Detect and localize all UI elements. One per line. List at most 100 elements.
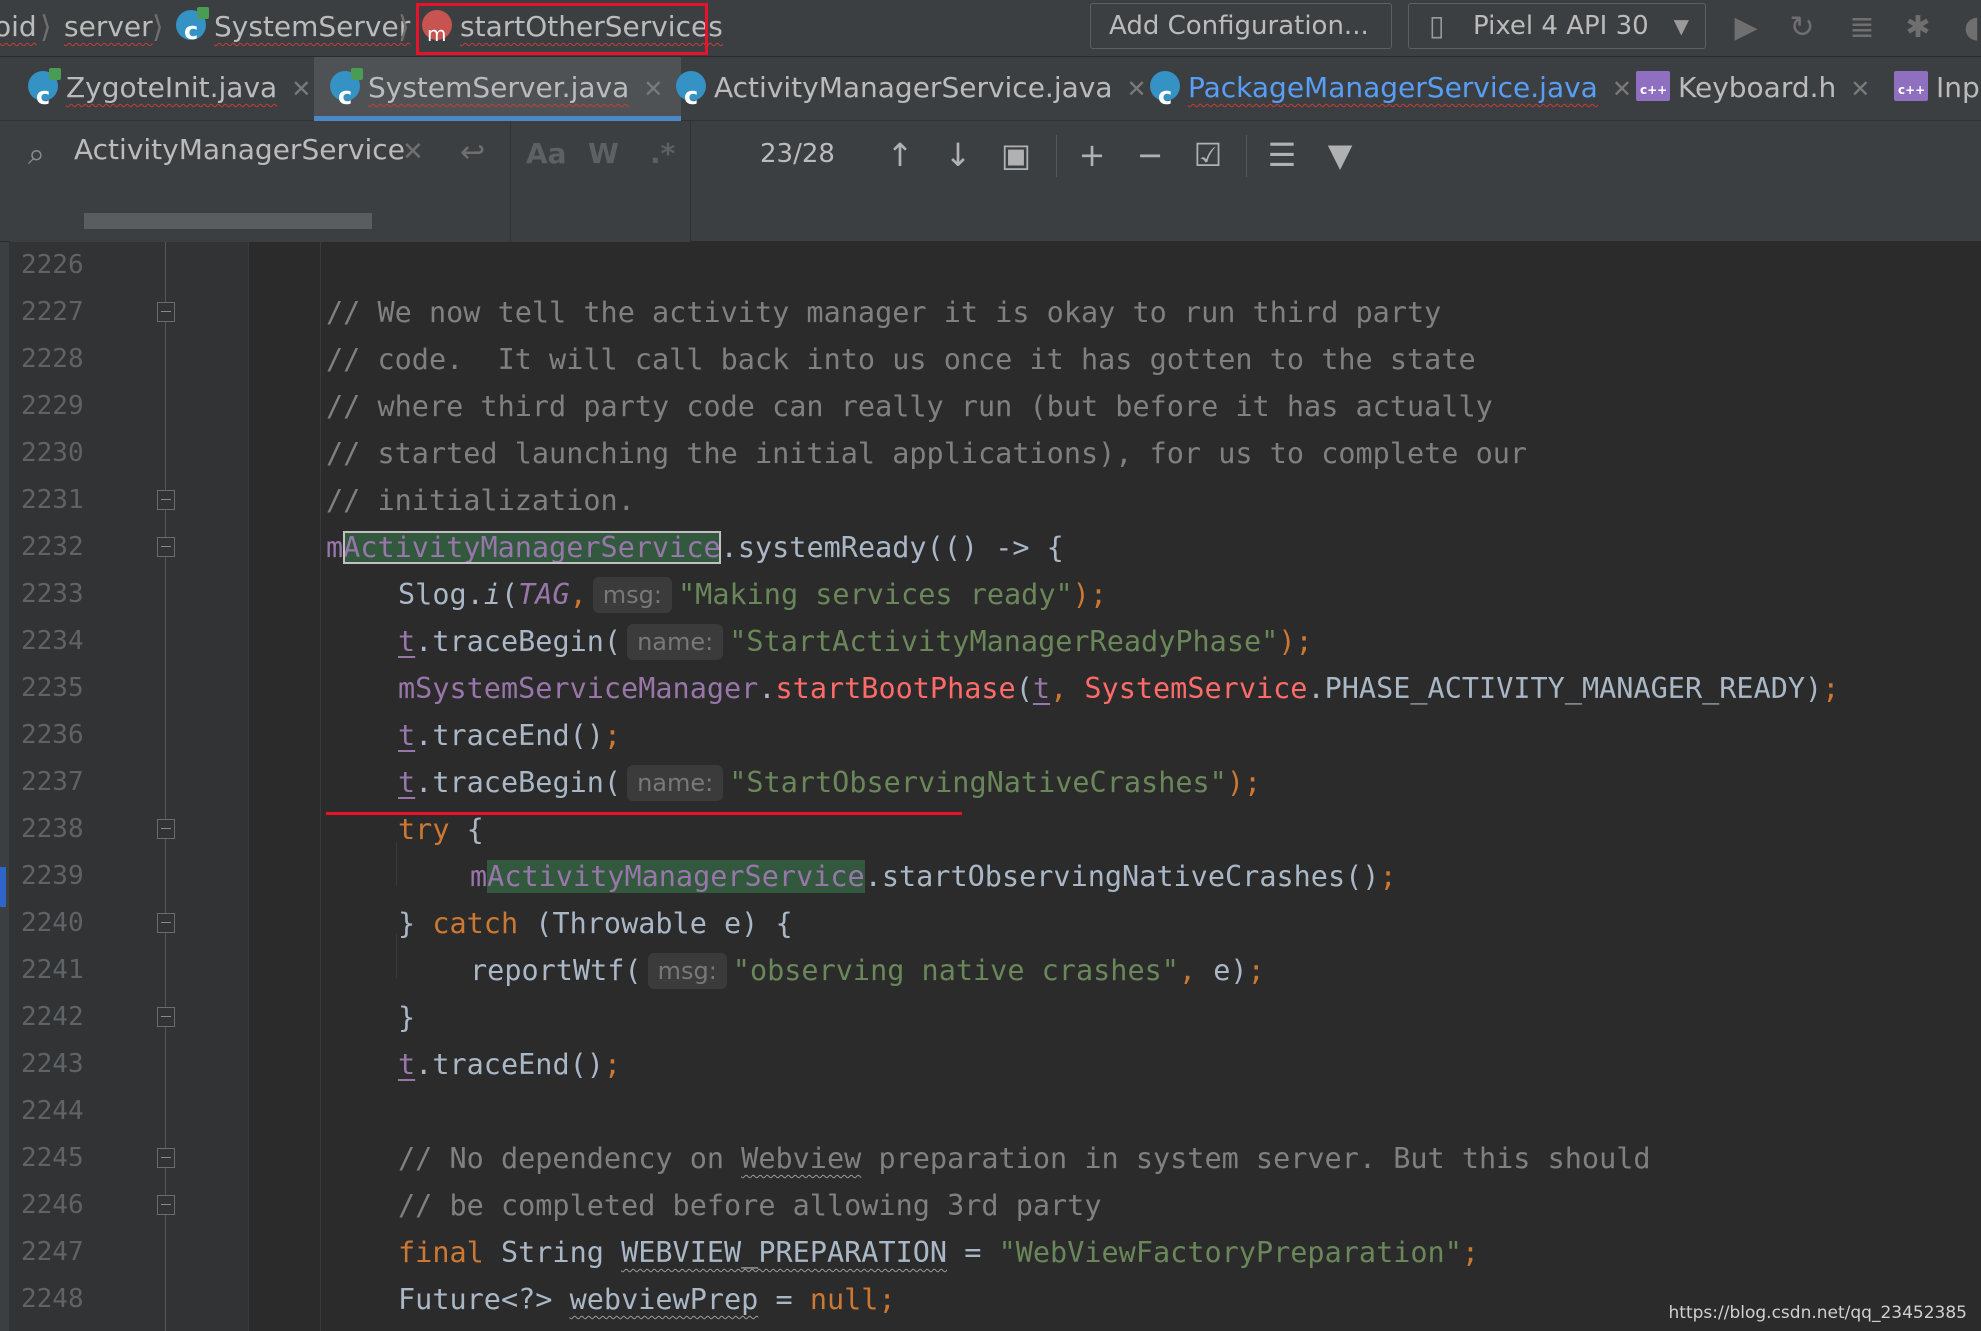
code-line-2240[interactable]: } catch (Throwable e) { xyxy=(398,900,793,947)
gutter-row[interactable]: 2227 xyxy=(9,289,249,336)
line-number: 2244 xyxy=(21,1096,84,1126)
gutter-row[interactable]: 2244 xyxy=(9,1088,249,1135)
fold-marker-icon[interactable] xyxy=(157,537,175,557)
tab-systemserver[interactable]: SystemServer.java✕ xyxy=(314,57,682,127)
build-icon[interactable]: ≣ xyxy=(1842,8,1882,48)
code-line-2245[interactable]: // No dependency on Webview preparation … xyxy=(398,1135,1651,1182)
code-line-2242[interactable]: } xyxy=(398,994,415,1041)
match-count: 23/28 xyxy=(760,139,835,169)
code-line-2233[interactable]: Slog.i(TAG, msg: "Making services ready"); xyxy=(398,571,1107,618)
select-all-occurrences-icon[interactable]: ☑ xyxy=(1186,133,1230,177)
open-in-window-icon[interactable]: ☰ xyxy=(1260,133,1304,177)
code-line-2227[interactable]: // We now tell the activity manager it i… xyxy=(326,289,1441,336)
tab-packagemanagerservice[interactable]: PackageManagerService.java✕ xyxy=(1150,57,1632,127)
gutter-row[interactable]: 2240 xyxy=(9,900,249,947)
match-case-toggle[interactable]: Aa xyxy=(526,137,567,170)
code-line-2235[interactable]: mSystemServiceManager.startBootPhase(t, … xyxy=(398,665,1839,712)
run-icon[interactable]: ▶ xyxy=(1726,8,1766,48)
search-icon[interactable]: ⌕ xyxy=(28,137,45,172)
gutter-row[interactable]: 2234 xyxy=(9,618,249,665)
code-line-2230[interactable]: // started launching the initial applica… xyxy=(326,430,1527,477)
stop-icon[interactable]: ◖ xyxy=(1952,8,1981,48)
gutter-row[interactable]: 2246 xyxy=(9,1182,249,1229)
java-class-icon xyxy=(676,65,706,127)
code-line-2231[interactable]: // initialization. xyxy=(326,477,635,524)
code-line-2234[interactable]: t.traceBegin(name: "StartActivityManagerR… xyxy=(398,618,1313,665)
gutter-row[interactable]: 2229 xyxy=(9,383,249,430)
close-icon[interactable]: ✕ xyxy=(1850,75,1870,103)
clear-search-icon[interactable]: ✕ xyxy=(402,137,424,167)
find-input-area[interactable]: ⌕ ActivityManagerService ✕ ↩ xyxy=(10,121,511,242)
gutter-row[interactable]: 2248 xyxy=(9,1276,249,1323)
code-line-2246[interactable]: // be completed before allowing 3rd part… xyxy=(398,1182,1102,1229)
close-icon[interactable]: ✕ xyxy=(1127,75,1147,103)
find-field-scrollbar[interactable] xyxy=(84,213,372,229)
gutter-row[interactable]: 2231 xyxy=(9,477,249,524)
unselect-occurrence-icon[interactable]: − xyxy=(1128,133,1172,177)
indent-guide xyxy=(320,242,321,1331)
code-line-2232[interactable]: mActivityManagerService.systemReady(() -… xyxy=(326,524,1064,571)
code-line-2239[interactable]: mActivityManagerService.startObservingNa… xyxy=(470,853,1397,900)
debug-icon[interactable]: ✱ xyxy=(1898,8,1938,48)
close-icon[interactable]: ✕ xyxy=(643,75,663,103)
gutter-row[interactable]: 2233 xyxy=(9,571,249,618)
gutter-row[interactable]: 2236 xyxy=(9,712,249,759)
gutter-row[interactable]: 2243 xyxy=(9,1041,249,1088)
new-line-icon[interactable]: ↩ xyxy=(460,135,485,170)
fold-marker-icon[interactable] xyxy=(157,490,175,510)
parameter-hint: name: xyxy=(627,624,724,660)
breadcrumb-item-server[interactable]: server xyxy=(64,0,153,57)
regex-toggle[interactable]: .* xyxy=(650,137,675,170)
gutter-row[interactable]: 2242 xyxy=(9,994,249,1041)
gutter-row[interactable]: 2247 xyxy=(9,1229,249,1276)
search-input[interactable]: ActivityManagerService xyxy=(74,133,405,166)
gutter-row[interactable]: 2241 xyxy=(9,947,249,994)
add-selection-next-icon[interactable]: + xyxy=(1070,133,1114,177)
whole-words-toggle[interactable]: W xyxy=(588,137,619,170)
breadcrumb-item-package[interactable]: oid xyxy=(0,0,37,57)
gutter-row[interactable]: 2239 xyxy=(9,853,249,900)
filter-icon[interactable]: ▼ xyxy=(1318,133,1362,177)
code-line-2229[interactable]: // where third party code can really run… xyxy=(326,383,1493,430)
code-line-2236[interactable]: t.traceEnd(); xyxy=(398,712,621,759)
fold-marker-icon[interactable] xyxy=(157,302,175,322)
fold-marker-icon[interactable] xyxy=(157,1195,175,1215)
add-configuration-button[interactable]: Add Configuration... xyxy=(1090,3,1392,49)
close-icon[interactable]: ✕ xyxy=(1612,75,1632,103)
tab-zygoteinit[interactable]: ZygoteInit.java✕ xyxy=(28,57,311,127)
gutter-row[interactable]: 2235 xyxy=(9,665,249,712)
gutter-row[interactable]: 2228 xyxy=(9,336,249,383)
code-line-2243[interactable]: t.traceEnd(); xyxy=(398,1041,621,1088)
tab-inp[interactable]: Inp xyxy=(1894,57,1980,121)
code-line-2241[interactable]: reportWtf(msg: "observing native crashes"… xyxy=(470,947,1265,994)
gutter-row[interactable]: 2230 xyxy=(9,430,249,477)
fold-marker-icon[interactable] xyxy=(157,819,175,839)
rerun-icon[interactable]: ↻ xyxy=(1782,8,1822,48)
gutter-row[interactable]: 2238 xyxy=(9,806,249,853)
code-line-2228[interactable]: // code. It will call back into us once … xyxy=(326,336,1476,383)
gutter-row[interactable]: 2232 xyxy=(9,524,249,571)
gutter-row[interactable]: 2226 xyxy=(9,242,249,289)
breadcrumb-item-class[interactable]: SystemServer xyxy=(176,0,410,58)
fold-marker-icon[interactable] xyxy=(157,913,175,933)
line-number: 2233 xyxy=(21,579,84,609)
fold-marker-icon[interactable] xyxy=(157,1007,175,1027)
next-occurrence-icon[interactable]: ↓ xyxy=(936,133,980,177)
line-number: 2228 xyxy=(21,344,84,374)
code-line-2247[interactable]: final String WEBVIEW_PREPARATION = "WebV… xyxy=(398,1229,1479,1276)
code-line-2238[interactable]: try { xyxy=(398,806,484,853)
close-icon[interactable]: ✕ xyxy=(291,75,311,103)
left-tool-stripe xyxy=(0,242,9,1331)
tab-activitymanagerservice[interactable]: ActivityManagerService.java✕ xyxy=(676,57,1147,127)
tab-keyboard-h[interactable]: Keyboard.h✕ xyxy=(1636,57,1870,121)
gutter-row[interactable]: 2237 xyxy=(9,759,249,806)
code-line-2237[interactable]: t.traceBegin(name: "StartObservingNativeC… xyxy=(398,759,1261,806)
previous-occurrence-icon[interactable]: ↑ xyxy=(878,133,922,177)
code-line-2248[interactable]: Future<?> webviewPrep = null; xyxy=(398,1276,896,1323)
code-editor[interactable]: // We now tell the activity manager it i… xyxy=(0,242,1981,1331)
filter-search-results-icon[interactable]: ▣ xyxy=(994,133,1038,177)
device-selector[interactable]: ▯ Pixel 4 API 30 ▼ xyxy=(1408,3,1706,49)
line-number: 2227 xyxy=(21,297,84,327)
fold-marker-icon[interactable] xyxy=(157,1148,175,1168)
gutter-row[interactable]: 2245 xyxy=(9,1135,249,1182)
